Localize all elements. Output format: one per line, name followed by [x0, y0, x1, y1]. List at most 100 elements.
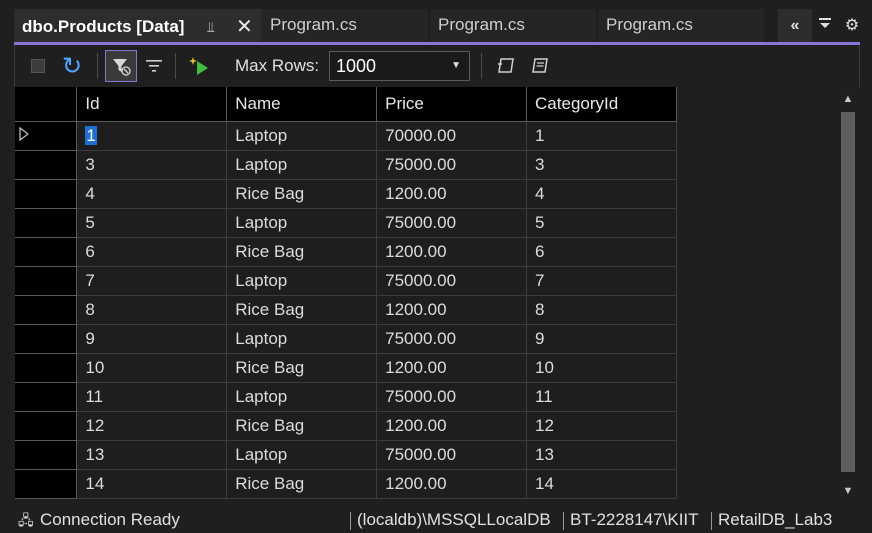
cell-price[interactable]: 75000.00 — [376, 324, 528, 354]
cell-id[interactable]: 3 — [76, 150, 228, 180]
cell-name[interactable]: Laptop — [226, 440, 378, 470]
cell-categoryid[interactable]: 6 — [526, 237, 677, 267]
max-rows-select[interactable]: 1000 ▼ — [329, 51, 470, 81]
table-row[interactable]: 11 Laptop 75000.00 11 — [15, 382, 677, 412]
script-icon[interactable] — [493, 53, 519, 79]
cell-id[interactable]: 10 — [76, 353, 228, 383]
table-row[interactable]: 6 Rice Bag 1200.00 6 — [15, 237, 677, 267]
row-header[interactable] — [15, 382, 78, 412]
table-row[interactable]: 1 Laptop 70000.00 1 — [15, 121, 677, 151]
cell-id[interactable]: 12 — [76, 411, 228, 441]
row-header[interactable] — [15, 208, 78, 238]
gear-icon[interactable]: ⚙ — [840, 9, 864, 42]
cell-name[interactable]: Rice Bag — [226, 295, 378, 325]
cell-name[interactable]: Laptop — [226, 324, 378, 354]
table-row[interactable]: 14 Rice Bag 1200.00 14 — [15, 469, 677, 499]
cell-id[interactable]: 8 — [76, 295, 228, 325]
cell-price[interactable]: 1200.00 — [376, 179, 528, 209]
scroll-down-icon[interactable]: ▼ — [840, 482, 856, 500]
cell-price[interactable]: 75000.00 — [376, 150, 528, 180]
table-row[interactable]: 5 Laptop 75000.00 5 — [15, 208, 677, 238]
cell-categoryid[interactable]: 5 — [526, 208, 677, 238]
stop-icon[interactable] — [25, 53, 51, 79]
table-row[interactable]: 12 Rice Bag 1200.00 12 — [15, 411, 677, 441]
scrollbar-thumb[interactable] — [841, 112, 855, 472]
cell-id[interactable]: 9 — [76, 324, 228, 354]
row-header-corner[interactable] — [15, 87, 78, 122]
cell-name[interactable]: Laptop — [226, 382, 378, 412]
column-header-categoryid[interactable]: CategoryId — [526, 87, 677, 122]
table-row[interactable]: 8 Rice Bag 1200.00 8 — [15, 295, 677, 325]
cell-name[interactable]: Rice Bag — [226, 353, 378, 383]
cell-name[interactable]: Laptop — [226, 150, 378, 180]
cell-id[interactable]: 13 — [76, 440, 228, 470]
filter-icon[interactable] — [105, 50, 137, 82]
table-row[interactable]: 10 Rice Bag 1200.00 10 — [15, 353, 677, 383]
cell-categoryid[interactable]: 9 — [526, 324, 677, 354]
row-header[interactable] — [15, 237, 78, 267]
cell-name[interactable]: Rice Bag — [226, 237, 378, 267]
cell-name[interactable]: Rice Bag — [226, 179, 378, 209]
cell-categoryid[interactable]: 14 — [526, 469, 677, 499]
row-header[interactable] — [15, 121, 78, 151]
table-row[interactable]: 3 Laptop 75000.00 3 — [15, 150, 677, 180]
cell-name[interactable]: Laptop — [226, 121, 378, 151]
cell-categoryid[interactable]: 12 — [526, 411, 677, 441]
cell-name[interactable]: Rice Bag — [226, 469, 378, 499]
script-file-icon[interactable] — [527, 53, 553, 79]
table-row[interactable]: 7 Laptop 75000.00 7 — [15, 266, 677, 296]
column-header-id[interactable]: Id — [76, 87, 228, 122]
cell-price[interactable]: 1200.00 — [376, 353, 528, 383]
tab-program-cs-3[interactable]: Program.cs — [598, 9, 764, 42]
cell-price[interactable]: 75000.00 — [376, 208, 528, 238]
cell-categoryid[interactable]: 3 — [526, 150, 677, 180]
cell-price[interactable]: 70000.00 — [376, 121, 528, 151]
tab-program-cs-1[interactable]: Program.cs — [262, 9, 428, 42]
cell-categoryid[interactable]: 13 — [526, 440, 677, 470]
row-header[interactable] — [15, 295, 78, 325]
cell-price[interactable]: 1200.00 — [376, 469, 528, 499]
column-header-name[interactable]: Name — [226, 87, 378, 122]
cell-id[interactable]: 1 — [76, 121, 228, 151]
cell-price[interactable]: 1200.00 — [376, 411, 528, 441]
cell-price[interactable]: 75000.00 — [376, 266, 528, 296]
cell-categoryid[interactable]: 4 — [526, 179, 677, 209]
cell-id[interactable]: 11 — [76, 382, 228, 412]
cell-id[interactable]: 4 — [76, 179, 228, 209]
cell-categoryid[interactable]: 11 — [526, 382, 677, 412]
cell-categoryid[interactable]: 8 — [526, 295, 677, 325]
cell-name[interactable]: Laptop — [226, 208, 378, 238]
cell-id[interactable]: 14 — [76, 469, 228, 499]
vertical-scrollbar[interactable]: ▲ ▼ — [838, 88, 858, 502]
refresh-icon[interactable]: ↻ — [59, 53, 85, 80]
column-header-price[interactable]: Price — [376, 87, 528, 122]
close-icon[interactable]: ✕ — [236, 11, 253, 43]
row-header[interactable] — [15, 469, 78, 499]
cell-categoryid[interactable]: 7 — [526, 266, 677, 296]
cell-price[interactable]: 75000.00 — [376, 382, 528, 412]
tab-dbo-products-data[interactable]: dbo.Products [Data] ⫫ ✕ — [14, 9, 262, 42]
cell-id[interactable]: 6 — [76, 237, 228, 267]
sort-icon[interactable] — [141, 53, 167, 79]
cell-id[interactable]: 5 — [76, 208, 228, 238]
cell-price[interactable]: 1200.00 — [376, 237, 528, 267]
scroll-tabs-left-icon[interactable]: « — [778, 9, 812, 42]
cell-id[interactable]: 7 — [76, 266, 228, 296]
row-header[interactable] — [15, 179, 78, 209]
table-row[interactable]: 9 Laptop 75000.00 9 — [15, 324, 677, 354]
cell-price[interactable]: 1200.00 — [376, 295, 528, 325]
cell-categoryid[interactable]: 10 — [526, 353, 677, 383]
cell-price[interactable]: 75000.00 — [376, 440, 528, 470]
row-header[interactable] — [15, 324, 78, 354]
row-header[interactable] — [15, 440, 78, 470]
row-header[interactable] — [15, 266, 78, 296]
execute-icon[interactable] — [187, 53, 213, 79]
cell-name[interactable]: Laptop — [226, 266, 378, 296]
tab-program-cs-2[interactable]: Program.cs — [430, 9, 596, 42]
table-row[interactable]: 4 Rice Bag 1200.00 4 — [15, 179, 677, 209]
cell-name[interactable]: Rice Bag — [226, 411, 378, 441]
row-header[interactable] — [15, 353, 78, 383]
row-header[interactable] — [15, 411, 78, 441]
scroll-up-icon[interactable]: ▲ — [840, 90, 856, 108]
table-row[interactable]: 13 Laptop 75000.00 13 — [15, 440, 677, 470]
